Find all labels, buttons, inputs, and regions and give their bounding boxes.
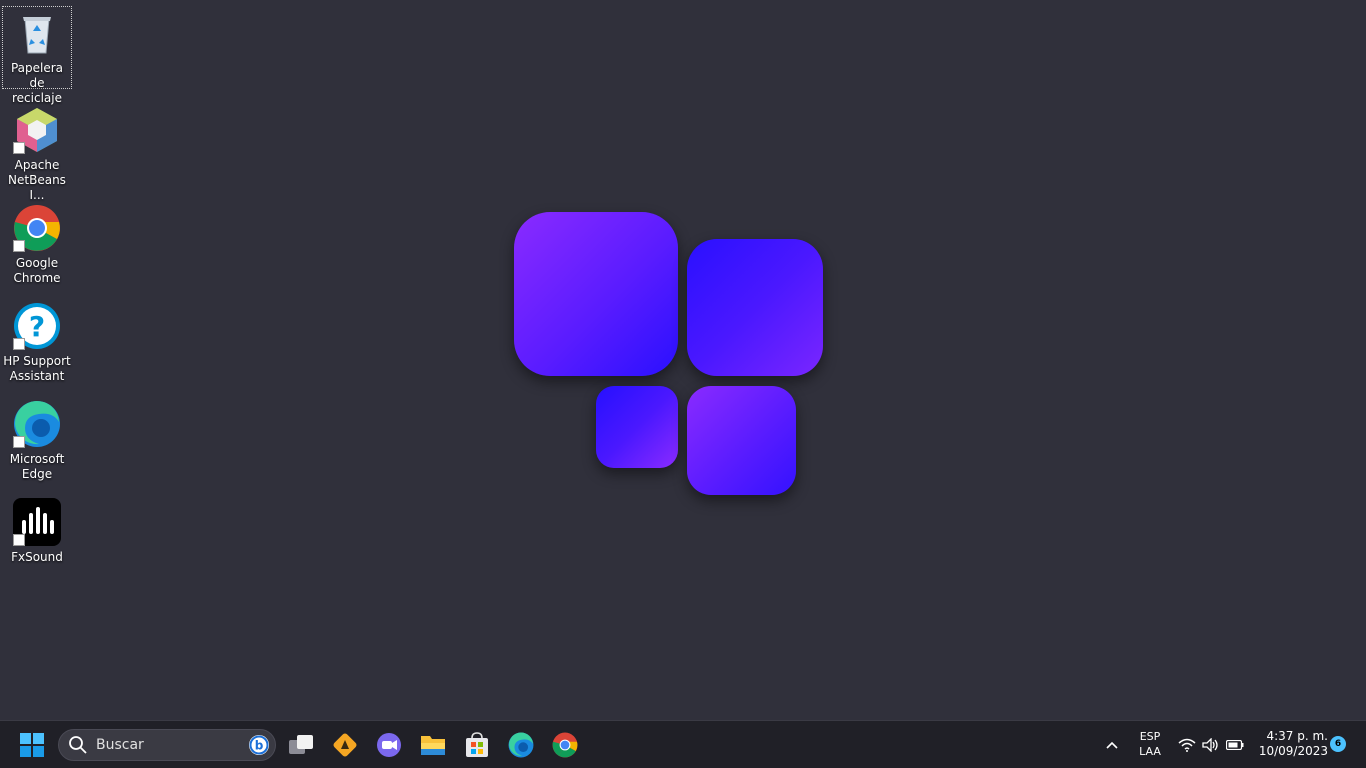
desktop-icon-chrome[interactable]: Google Chrome <box>2 202 72 286</box>
edge-icon <box>508 732 534 758</box>
shortcut-arrow-icon <box>13 142 25 154</box>
shortcut-arrow-icon <box>13 240 25 252</box>
app-orange-icon <box>333 733 357 757</box>
desktop-icon-label: FxSound <box>11 550 63 564</box>
desktop-icon-label: Apache NetBeans I... <box>8 158 66 202</box>
teams-chat-icon <box>377 733 401 757</box>
wallpaper-tile-right <box>687 239 823 376</box>
windows-logo-icon <box>20 733 44 757</box>
file-explorer-icon <box>421 736 445 755</box>
wallpaper-tile-small <box>596 386 678 468</box>
keyboard-layout-label: LAA <box>1139 745 1161 758</box>
task-view-icon <box>289 735 313 754</box>
task-view-button[interactable] <box>285 729 317 761</box>
desktop-icon-fxsound[interactable]: FxSound <box>2 496 72 565</box>
edge-icon <box>13 400 61 448</box>
battery-status[interactable] <box>1220 729 1250 761</box>
fxsound-icon <box>13 498 61 546</box>
notification-badge[interactable]: 6 <box>1330 736 1346 752</box>
svg-text:?: ? <box>29 310 45 343</box>
shortcut-arrow-icon <box>13 338 25 350</box>
taskbar-file-explorer[interactable] <box>417 729 449 761</box>
input-language-button[interactable]: ESP LAA <box>1132 729 1168 759</box>
desktop-icon-edge[interactable]: Microsoft Edge <box>2 398 72 482</box>
desktop-icon-recycle-bin[interactable]: Papelera de reciclaje <box>2 6 72 105</box>
taskbar-app-orange[interactable] <box>329 729 361 761</box>
taskbar-teams-chat[interactable] <box>373 729 405 761</box>
desktop-icon-netbeans[interactable]: Apache NetBeans I... <box>2 104 72 203</box>
shortcut-arrow-icon <box>13 436 25 448</box>
desktop-icon-label: Papelera de reciclaje <box>10 61 64 105</box>
clock-time: 4:37 p. m. <box>1266 729 1328 743</box>
language-label: ESP <box>1139 730 1161 743</box>
search-placeholder: Buscar <box>96 737 144 753</box>
clock-date: 10/09/2023 <box>1258 744 1328 758</box>
chevron-up-icon <box>1106 741 1118 749</box>
svg-text:b: b <box>255 739 264 753</box>
desktop-icon-label: Microsoft Edge <box>9 452 65 481</box>
search-icon <box>69 736 87 754</box>
start-button[interactable] <box>16 729 48 761</box>
wallpaper-tile-large <box>514 212 678 376</box>
volume-icon <box>1202 738 1218 752</box>
recycle-bin-icon <box>13 9 61 57</box>
wifi-icon <box>1178 738 1196 752</box>
taskbar-edge[interactable] <box>505 729 537 761</box>
chrome-icon <box>13 204 61 252</box>
wallpaper-tile-bottom <box>687 386 796 495</box>
desktop-icon-label: HP Support Assistant <box>3 354 71 383</box>
desktop-icon-hp-support[interactable]: ? HP Support Assistant <box>2 300 72 384</box>
netbeans-icon <box>13 106 61 154</box>
taskbar-chrome[interactable] <box>549 729 581 761</box>
hp-support-icon: ? <box>13 302 61 350</box>
battery-icon <box>1226 740 1244 750</box>
taskbar-microsoft-store[interactable] <box>461 729 493 761</box>
clock[interactable]: 4:37 p. m. 10/09/2023 <box>1256 729 1328 759</box>
taskbar: Buscar b ESP LAA 4:37 p. m. 10/09/2023 <box>0 720 1366 768</box>
bing-icon[interactable]: b <box>248 734 270 756</box>
shortcut-arrow-icon <box>13 534 25 546</box>
microsoft-store-icon <box>466 732 488 757</box>
search-box[interactable]: Buscar b <box>58 729 276 761</box>
show-hidden-icons-button[interactable] <box>1096 729 1128 761</box>
desktop-icon-label: Google Chrome <box>13 256 61 285</box>
chrome-icon <box>552 732 578 758</box>
